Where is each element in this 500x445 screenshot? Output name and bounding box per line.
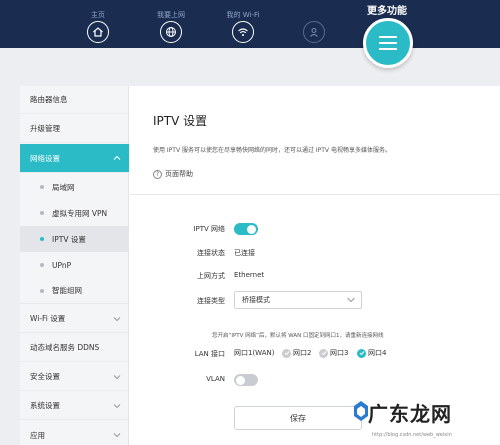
chevron-down-icon bbox=[113, 433, 121, 438]
menu-icon[interactable] bbox=[363, 18, 413, 68]
sidebar-item-lan[interactable]: 局域网 bbox=[20, 174, 129, 200]
sidebar-item-mesh[interactable]: 智能组网 bbox=[20, 278, 129, 304]
help-icon: ? bbox=[153, 169, 162, 179]
chevron-down-icon bbox=[113, 404, 121, 409]
sidebar-item-security[interactable]: 安全设置 bbox=[20, 363, 129, 391]
nav-internet-label: 我要上网 bbox=[157, 11, 185, 19]
chevron-up-icon bbox=[113, 155, 121, 160]
sidebar-item-label: UPnP bbox=[52, 260, 72, 270]
iptv-network-label: IPTV 网络 bbox=[193, 225, 225, 233]
port-2-checkbox[interactable]: 网口2 bbox=[282, 348, 311, 358]
sidebar-item-iptv[interactable]: IPTV 设置 bbox=[20, 226, 129, 252]
uplink-mode-label: 上网方式 bbox=[197, 272, 225, 280]
chevron-down-icon bbox=[113, 375, 121, 380]
uplink-mode-value: Ethernet bbox=[234, 271, 265, 279]
connection-type-select[interactable]: 桥接模式 bbox=[234, 291, 362, 309]
port-4-checkbox[interactable]: 网口4 bbox=[357, 348, 386, 358]
top-nav-bar: 主页 我要上网 我的 Wi-Fi 更多功能 bbox=[0, 0, 500, 48]
sidebar-item-label: 系统设置 bbox=[30, 401, 60, 410]
port-label: 网口3 bbox=[330, 349, 349, 357]
port-1-wan: 网口1(WAN) bbox=[234, 348, 274, 358]
page-help-label: 页面帮助 bbox=[165, 170, 193, 178]
watermark-url: http://blog.csdn.net/web_weixin bbox=[372, 432, 452, 438]
sidebar-item-label: 虚拟专用网 VPN bbox=[52, 208, 108, 218]
sidebar-item-ddns[interactable]: 动态域名服务 DDNS bbox=[20, 334, 129, 362]
bullet-dot-icon bbox=[40, 237, 44, 241]
sidebar-item-label: 路由器信息 bbox=[30, 95, 68, 104]
wifi-icon[interactable] bbox=[232, 21, 254, 43]
page-title: IPTV 设置 bbox=[153, 114, 208, 128]
check-icon bbox=[319, 348, 328, 358]
iptv-network-toggle[interactable] bbox=[234, 223, 258, 235]
nav-home-label: 主页 bbox=[91, 11, 105, 19]
bullet-dot-icon bbox=[40, 288, 44, 293]
connection-type-value: 桥接模式 bbox=[242, 296, 270, 304]
port-label: 网口4 bbox=[368, 349, 387, 357]
globe-icon[interactable] bbox=[160, 21, 182, 43]
sidebar-item-label: 升级管理 bbox=[30, 124, 60, 133]
chevron-down-icon bbox=[113, 317, 121, 322]
connection-status-label: 连接状态 bbox=[197, 249, 225, 257]
page-description: 使用 IPTV 服务可以使您在尽享畅快网络的同时，还可以通过 IPTV 电视畅享… bbox=[153, 147, 391, 154]
sidebar: 路由器信息 升级管理 网络设置 局域网 虚拟专用网 VPN IPTV 设置 UP… bbox=[20, 86, 129, 445]
lan-interface-label: LAN 接口 bbox=[194, 350, 225, 358]
bullet-dot-icon bbox=[40, 185, 44, 189]
toggle-knob bbox=[247, 224, 256, 234]
check-icon bbox=[357, 348, 366, 358]
user-icon[interactable] bbox=[303, 21, 325, 43]
sidebar-item-wifi-settings[interactable]: Wi-Fi 设置 bbox=[20, 305, 129, 333]
sidebar-item-vpn[interactable]: 虚拟专用网 VPN bbox=[20, 200, 129, 226]
sidebar-item-label: 智能组网 bbox=[52, 286, 82, 295]
port-3-checkbox[interactable]: 网口3 bbox=[319, 348, 348, 358]
divider bbox=[130, 194, 500, 195]
vlan-toggle[interactable] bbox=[234, 374, 258, 386]
check-icon bbox=[282, 348, 291, 358]
port-label: 网口1(WAN) bbox=[234, 349, 275, 357]
save-button[interactable]: 保存 bbox=[234, 406, 362, 430]
home-icon[interactable] bbox=[87, 21, 109, 43]
more-features-label: 更多功能 bbox=[367, 6, 407, 17]
sidebar-item-label: 应用 bbox=[30, 430, 45, 440]
toggle-knob bbox=[236, 375, 245, 385]
bullet-dot-icon bbox=[40, 211, 44, 215]
port-label: 网口2 bbox=[293, 349, 312, 357]
sidebar-item-router-info[interactable]: 路由器信息 bbox=[20, 86, 129, 114]
sidebar-item-label: Wi-Fi 设置 bbox=[30, 314, 66, 323]
sidebar-item-label: 局域网 bbox=[52, 182, 75, 192]
vlan-label: VLAN bbox=[206, 375, 225, 383]
connection-type-label: 连接类型 bbox=[197, 297, 225, 305]
watermark-text: 广东龙网 bbox=[368, 402, 452, 426]
connection-status-value: 已连接 bbox=[234, 249, 255, 257]
bullet-dot-icon bbox=[40, 263, 44, 267]
sidebar-item-label: 动态域名服务 DDNS bbox=[30, 343, 100, 352]
nav-wifi-label: 我的 Wi-Fi bbox=[226, 11, 260, 19]
sidebar-item-apps[interactable]: 应用 bbox=[20, 421, 129, 445]
iptv-note: 您开启“IPTV 网络”后，默认将 WAN 口固定到网口1，请重新连接网线 bbox=[212, 333, 384, 339]
chevron-down-icon bbox=[347, 297, 355, 303]
sidebar-item-label: 网络设置 bbox=[30, 153, 60, 163]
sidebar-item-upnp[interactable]: UPnP bbox=[20, 252, 129, 278]
sidebar-item-label: 安全设置 bbox=[30, 372, 60, 381]
sidebar-item-label: IPTV 设置 bbox=[52, 234, 86, 244]
sidebar-item-network-settings[interactable]: 网络设置 bbox=[20, 144, 129, 173]
page-help-link[interactable]: ? 页面帮助 bbox=[153, 169, 193, 179]
sidebar-item-upgrade[interactable]: 升级管理 bbox=[20, 115, 129, 143]
sidebar-item-system[interactable]: 系统设置 bbox=[20, 392, 129, 420]
